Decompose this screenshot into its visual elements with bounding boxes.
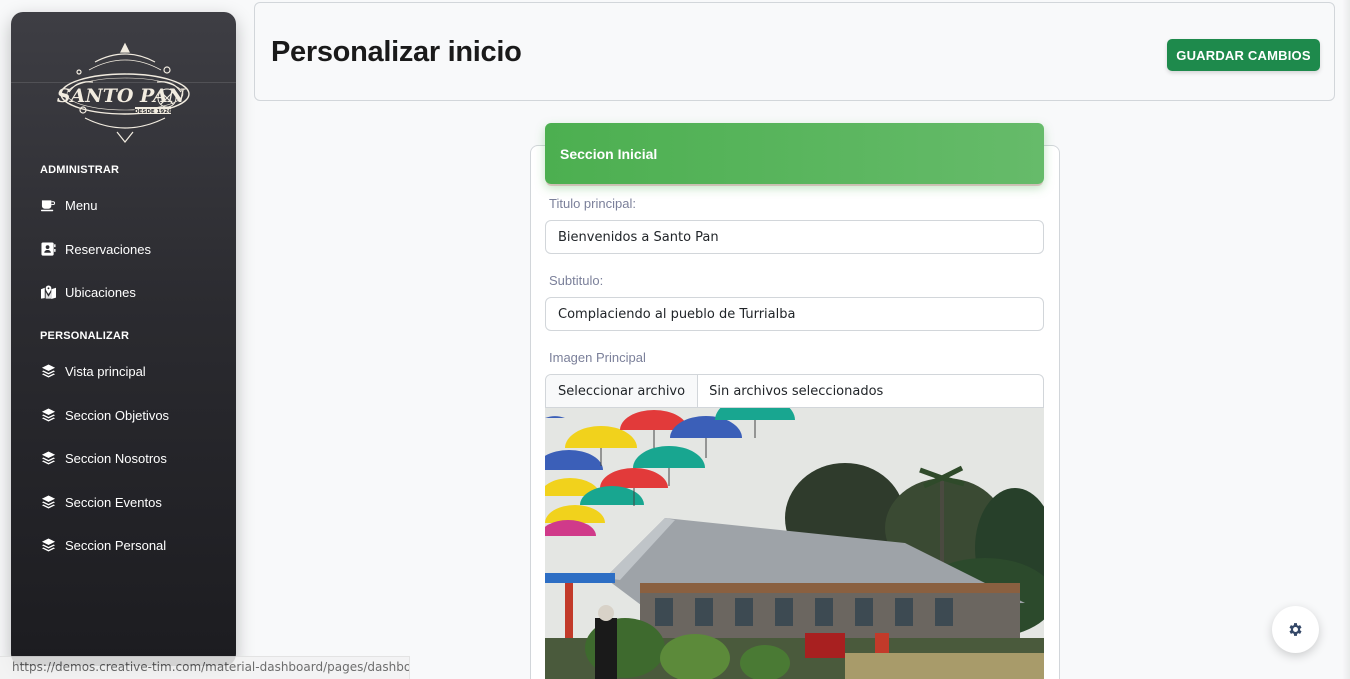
card-title: Seccion Inicial [560,146,658,162]
contact-card-icon [40,242,56,256]
file-status-text: Sin archivos seleccionados [709,383,884,399]
settings-fab-button[interactable] [1272,606,1319,653]
scrollbar-track [1342,0,1350,679]
layers-icon [40,451,56,465]
layers-icon [40,538,56,552]
santo-pan-logo[interactable]: SANTO PAN DESDE 1926 [55,40,195,146]
logo-tagline: DESDE 1926 [134,109,172,115]
main-image-preview [545,408,1044,679]
page-title: Personalizar inicio [271,36,522,68]
sidebar-item-label: Seccion Objetivos [65,407,170,423]
subtitulo-input[interactable] [545,297,1044,331]
status-bar-url: https://demos.creative-tim.com/material-… [0,656,410,679]
map-pin-icon [40,285,56,299]
layers-icon [40,408,56,422]
layers-icon [40,364,56,378]
imagen-label: Imagen Principal [549,350,646,365]
sidebar-item-seccion-personal[interactable]: Seccion Personal [40,535,166,555]
choose-file-button[interactable]: Seleccionar archivo [546,375,699,407]
sidebar-item-seccion-objetivos[interactable]: Seccion Objetivos [40,405,169,425]
gear-icon [1289,623,1302,636]
sidebar-item-label: Menu [65,197,98,213]
sidebar-item-seccion-nosotros[interactable]: Seccion Nosotros [40,448,167,468]
image-file-input[interactable]: Seleccionar archivo Sin archivos selecci… [545,374,1044,408]
card-header: Seccion Inicial [545,123,1044,184]
sidebar-item-menu[interactable]: Menu [40,195,98,215]
nav-heading-administrar: ADMINISTRAR [40,164,120,176]
nav-heading-personalizar: PERSONALIZAR [40,330,130,342]
layers-icon [40,495,56,509]
logo-wordmark: SANTO PAN [57,85,186,107]
sidebar: SANTO PAN DESDE 1926 ADMINISTRAR Menu Re… [11,12,236,666]
sidebar-item-label: Seccion Eventos [65,494,162,510]
save-changes-button[interactable]: GUARDAR CAMBIOS [1167,39,1320,71]
sidebar-item-seccion-eventos[interactable]: Seccion Eventos [40,492,162,512]
coffee-cup-icon [40,198,56,212]
sidebar-item-label: Seccion Personal [65,537,167,553]
sidebar-item-label: Reservaciones [65,241,151,257]
page-header: Personalizar inicio GUARDAR CAMBIOS [254,2,1335,101]
subtitulo-label: Subtitulo: [549,273,604,288]
titulo-label: Titulo principal: [549,196,636,211]
sidebar-item-label: Vista principal [65,363,146,379]
titulo-input[interactable] [545,220,1044,254]
sidebar-item-label: Seccion Nosotros [65,450,167,466]
sidebar-item-reservaciones[interactable]: Reservaciones [40,239,151,259]
sidebar-item-vista-principal[interactable]: Vista principal [40,361,146,381]
sidebar-item-label: Ubicaciones [65,284,136,300]
sidebar-item-ubicaciones[interactable]: Ubicaciones [40,282,136,302]
